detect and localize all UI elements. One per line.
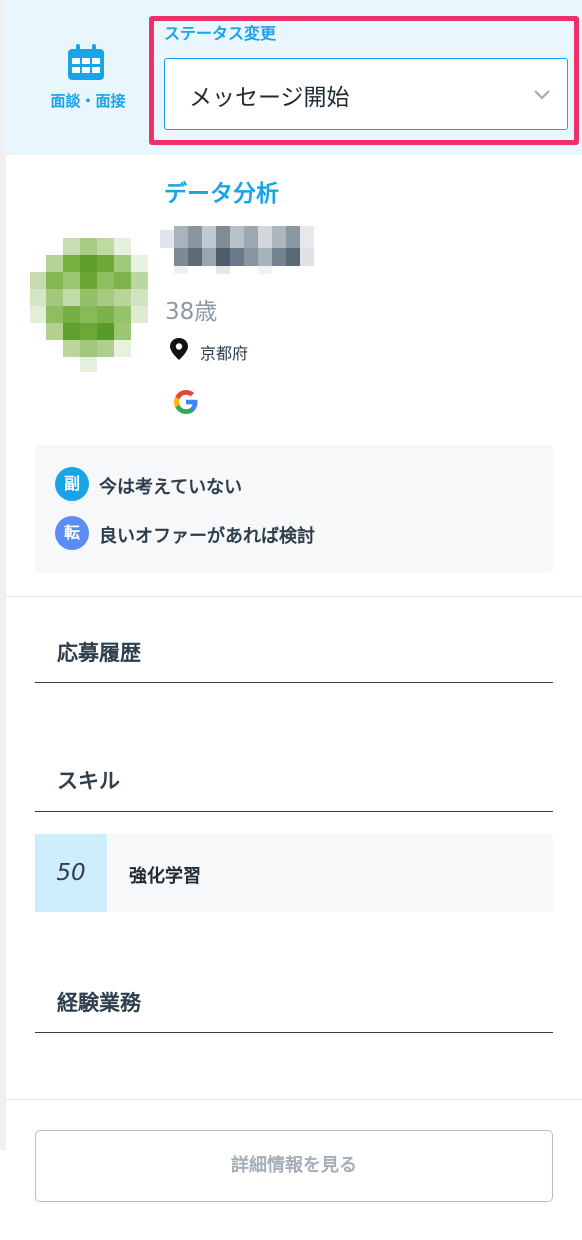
candidate-age: 38歳 xyxy=(165,299,218,325)
divider xyxy=(6,596,582,597)
skill-name: 強化学習 xyxy=(129,866,201,887)
job-change-intent-text: 良いオファーがあれば検討 xyxy=(99,526,315,547)
candidate-name-redacted xyxy=(160,222,328,274)
experience-section-title: 経験業務 xyxy=(57,991,141,1015)
skill-row: 50 強化学習 xyxy=(35,834,553,912)
status-selected-value: メッセージ開始 xyxy=(189,85,350,111)
job-title: データ分析 xyxy=(164,181,279,207)
calendar-icon xyxy=(68,44,104,80)
view-details-button[interactable]: 詳細情報を見る xyxy=(35,1130,553,1202)
avatar xyxy=(30,238,148,372)
job-change-badge: 転 xyxy=(55,516,89,550)
candidate-location: 京都府 xyxy=(200,344,249,363)
applications-section-title: 応募履歴 xyxy=(57,641,141,665)
skills-section-rule xyxy=(35,811,553,812)
skill-score: 50 xyxy=(35,834,107,912)
interview-label: 面談・面接 xyxy=(50,92,126,110)
left-border xyxy=(0,0,6,1150)
side-job-intent-text: 今は考えていない xyxy=(99,477,243,498)
status-select[interactable]: メッセージ開始 xyxy=(164,58,568,130)
map-pin-icon xyxy=(170,338,188,360)
skills-section-title: スキル xyxy=(57,769,120,793)
chevron-down-icon xyxy=(534,90,550,100)
status-label: ステータス変更 xyxy=(164,24,277,43)
google-icon xyxy=(174,390,198,414)
side-job-badge: 副 xyxy=(55,467,89,501)
experience-section-rule xyxy=(35,1032,553,1033)
job-change-intent-box: 副 今は考えていない 転 良いオファーがあれば検討 xyxy=(35,445,553,573)
applications-section-rule xyxy=(35,682,553,683)
divider xyxy=(6,1099,582,1100)
interview-button[interactable]: 面談・面接 xyxy=(36,38,140,120)
